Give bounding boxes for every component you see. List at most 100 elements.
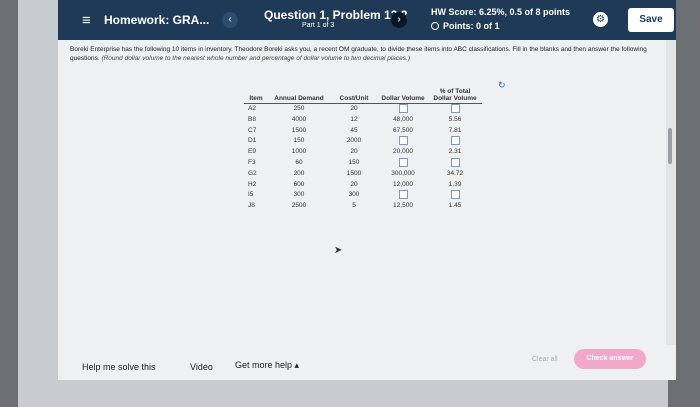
- header-item: Item: [244, 88, 268, 104]
- scrollbar-track[interactable]: [666, 40, 676, 380]
- hamburger-menu-icon[interactable]: ≡: [82, 12, 91, 29]
- cell-item: C7: [248, 126, 257, 134]
- get-more-help-link[interactable]: Get more help ▴: [235, 360, 299, 371]
- cell-dollar-volume: 67,500: [378, 126, 428, 137]
- dollar-volume-input[interactable]: [398, 190, 408, 200]
- cell-dollar-volume: 300,000: [378, 169, 428, 180]
- cell-dollar-volume: 12,500: [378, 201, 428, 212]
- cell-cost-per-unit: 20: [350, 148, 358, 156]
- save-button[interactable]: Save: [628, 8, 674, 32]
- cell-dollar-volume: [378, 136, 428, 147]
- cell-percent-dollar-volume: [428, 136, 482, 147]
- dollar-volume-value: 12,000: [393, 180, 413, 188]
- cell-cost-per-unit: 5: [352, 202, 356, 210]
- dollar-volume-input[interactable]: [398, 157, 408, 167]
- percent-value: 5.56: [448, 115, 462, 123]
- cell-annual-demand: 300: [293, 191, 305, 199]
- mouse-cursor-icon: ➤: [334, 245, 343, 256]
- homework-screen: ≡ Homework: GRA... ‹ Question 1, Problem…: [58, 0, 676, 380]
- check-answer-button[interactable]: Check answer: [574, 349, 646, 369]
- table-row: H2 600 20 12,000 1.39: [244, 180, 482, 191]
- cell-cost-per-unit: 300: [348, 191, 360, 199]
- table-row: I5 300 300: [244, 190, 482, 201]
- cell-percent-dollar-volume: 1.45: [428, 201, 482, 212]
- cell-annual-demand: 200: [293, 169, 305, 177]
- cell-item: E9: [248, 148, 256, 156]
- percent-input[interactable]: [450, 104, 460, 113]
- question-part: Part 1 of 3: [302, 22, 335, 29]
- cell-annual-demand: 600: [293, 180, 305, 188]
- cell-cost-per-unit: 12: [350, 115, 358, 123]
- header-percent-dollar-volume: % of Total Dollar Volume: [428, 88, 482, 104]
- percent-value: 1.39: [448, 180, 462, 188]
- percent-input[interactable]: [450, 157, 460, 167]
- header-annual-demand: Annual Demand: [268, 88, 330, 104]
- cell-dollar-volume: [378, 104, 428, 115]
- header-cost-per-unit: Cost/Unit: [330, 88, 378, 104]
- rounding-note: (Round dollar volume to the nearest whol…: [101, 54, 411, 62]
- percent-input[interactable]: [450, 136, 460, 146]
- help-me-solve-link[interactable]: Help me solve this: [82, 362, 156, 372]
- points-indicator: Points: 0 of 1: [431, 21, 500, 31]
- next-question-button[interactable]: ›: [391, 12, 407, 28]
- points-text: Points: 0 of 1: [443, 21, 500, 31]
- table-row: C7 1500 45 67,500 7.81: [244, 126, 482, 137]
- cell-percent-dollar-volume: 2.31: [428, 147, 482, 158]
- table-row: E9 1000 20 20,000 2.31: [244, 147, 482, 158]
- cell-percent-dollar-volume: [428, 190, 482, 201]
- dollar-volume-value: 67,500: [393, 126, 413, 134]
- cell-item: B8: [248, 115, 256, 123]
- cell-cost-per-unit: 20: [350, 105, 358, 113]
- cell-item: I5: [248, 191, 254, 199]
- clear-all-button[interactable]: Clear all: [532, 356, 558, 363]
- dollar-volume-input[interactable]: [398, 136, 408, 146]
- table-row: A2 250 20: [244, 104, 482, 115]
- table-row: D1 150 2000: [244, 136, 482, 147]
- progress-circle-icon: [431, 22, 439, 30]
- cell-annual-demand: 250: [293, 105, 305, 113]
- percent-value: 1.45: [448, 202, 462, 210]
- cell-percent-dollar-volume: 7.81: [428, 126, 482, 137]
- percent-value: 2.31: [448, 148, 462, 156]
- cell-dollar-volume: 20,000: [378, 147, 428, 158]
- cell-dollar-volume: 12,000: [378, 180, 428, 191]
- table-row: B8 4000 12 48,000 5.56: [244, 115, 482, 126]
- percent-input[interactable]: [450, 190, 460, 200]
- cell-cost-per-unit: 2000: [346, 137, 362, 145]
- percent-value: 34.72: [446, 169, 464, 177]
- video-link[interactable]: Video: [190, 362, 213, 372]
- percent-value: 7.81: [448, 126, 462, 134]
- header-dollar-volume: Dollar Volume: [378, 88, 428, 104]
- dollar-volume-input[interactable]: [398, 104, 408, 113]
- cell-annual-demand: 60: [295, 159, 303, 167]
- cell-percent-dollar-volume: [428, 157, 482, 169]
- inventory-table: Item Annual Demand Cost/Unit Dollar Volu…: [244, 88, 482, 212]
- cell-item: A2: [248, 105, 256, 113]
- cell-percent-dollar-volume: 5.56: [428, 115, 482, 126]
- cell-cost-per-unit: 45: [350, 126, 358, 134]
- cell-annual-demand: 4000: [291, 115, 307, 123]
- homework-title[interactable]: Homework: GRA...: [104, 13, 209, 27]
- cell-annual-demand: 1000: [291, 148, 307, 156]
- table-row: F3 60 150: [244, 157, 482, 169]
- hw-score: HW Score: 6.25%, 0.5 of 8 points: [431, 7, 571, 17]
- cell-item: F3: [248, 159, 256, 167]
- top-bar: ≡ Homework: GRA... ‹ Question 1, Problem…: [58, 0, 676, 40]
- dollar-volume-value: 20,000: [393, 148, 413, 156]
- settings-gear-icon[interactable]: ⚙: [593, 12, 608, 27]
- cell-cost-per-unit: 1500: [346, 169, 362, 177]
- cell-item: D1: [248, 137, 257, 145]
- cell-percent-dollar-volume: 34.72: [428, 169, 482, 180]
- cell-percent-dollar-volume: [428, 104, 482, 115]
- scrollbar-thumb[interactable]: [668, 128, 672, 164]
- cell-item: J8: [248, 202, 255, 210]
- dollar-volume-value: 12,500: [393, 202, 413, 210]
- dollar-volume-value: 48,000: [393, 115, 413, 123]
- cell-item: G2: [248, 169, 257, 177]
- monitor-frame: ≡ Homework: GRA... ‹ Question 1, Problem…: [18, 0, 676, 407]
- refresh-icon[interactable]: ↻: [498, 80, 506, 91]
- previous-question-button[interactable]: ‹: [222, 12, 238, 28]
- cell-dollar-volume: 48,000: [378, 115, 428, 126]
- cell-item: H2: [248, 180, 257, 188]
- cell-dollar-volume: [378, 157, 428, 169]
